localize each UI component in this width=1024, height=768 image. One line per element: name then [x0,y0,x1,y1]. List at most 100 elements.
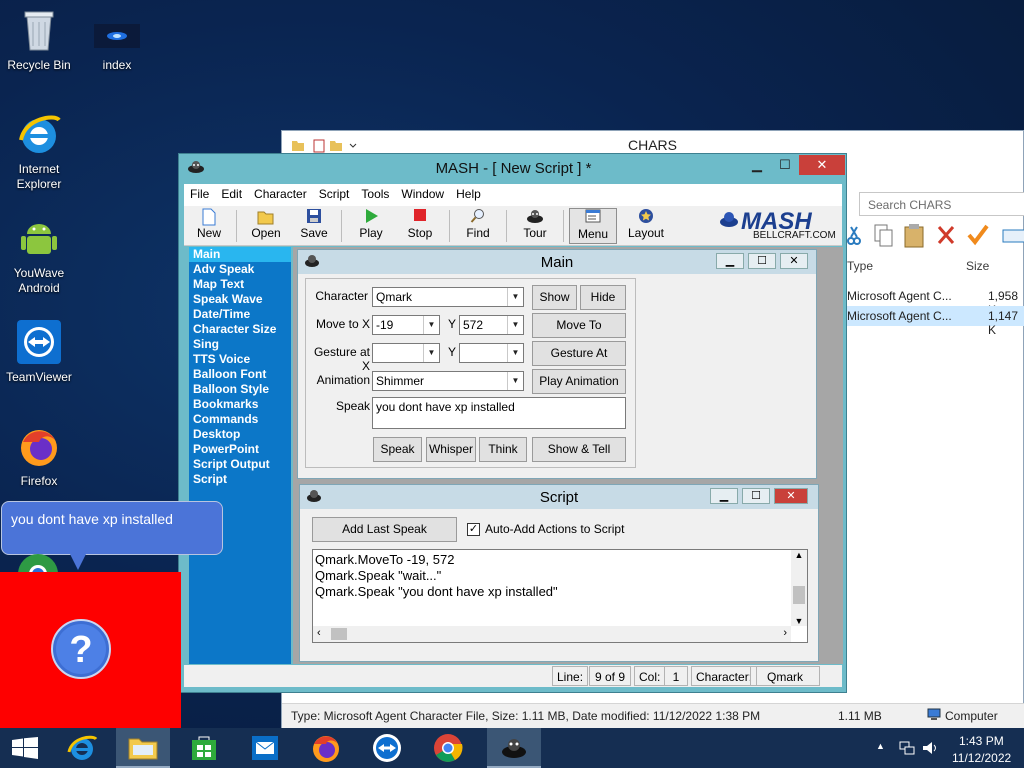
horizontal-scroll-thumb[interactable] [331,628,347,640]
whisper-button[interactable]: Whisper [426,437,476,462]
clock-date[interactable]: 11/12/2022 [952,751,1011,765]
auto-add-checkbox[interactable]: ✓ [467,523,480,536]
taskbar-file-explorer[interactable] [116,728,170,768]
network-icon[interactable] [899,740,915,756]
script-editor[interactable]: Qmark.MoveTo -19, 572 Qmark.Speak "wait.… [312,549,808,643]
sidebar-item-character-size[interactable]: Character Size [189,322,291,337]
volume-icon[interactable] [922,740,938,756]
close-button[interactable]: ✕ [799,155,845,175]
taskbar-firefox[interactable] [299,728,353,768]
menu-window-icon [570,209,616,227]
scroll-right-icon[interactable]: › [783,627,787,639]
clock-time[interactable]: 1:43 PM [959,734,1004,748]
minimize-button[interactable]: ▁ [743,155,771,175]
hide-button[interactable]: Hide [580,285,626,310]
script-close-button[interactable]: ✕ [774,488,808,504]
main-close-button[interactable]: ✕ [780,253,808,269]
desktop-icon-index[interactable]: index [79,6,155,73]
show-hidden-icons-chevron-up-icon[interactable]: ▲ [876,741,885,751]
sidebar-item-adv-speak[interactable]: Adv Speak [189,262,291,277]
menu-button[interactable]: Menu [569,208,617,244]
character-select[interactable]: Qmark ▼ [372,287,524,307]
find-button[interactable]: Find [454,208,502,244]
scroll-down-icon[interactable]: ▼ [791,616,807,626]
show-button[interactable]: Show [532,285,577,310]
scroll-up-icon[interactable]: ▲ [791,550,807,560]
toolbar: New Open Save Play Stop Find Tour Menu L… [184,206,842,246]
menu-help[interactable]: Help [450,184,487,204]
chrome-desktop-icon-partial[interactable] [14,546,62,572]
taskbar-teamviewer[interactable] [360,728,414,768]
main-minimize-button[interactable]: ▁ [716,253,744,269]
layout-button[interactable]: Layout [622,208,670,244]
desktop-icon-youwave-android[interactable]: YouWave Android [1,214,77,296]
sidebar-item-bookmarks[interactable]: Bookmarks [189,397,291,412]
move-to-button[interactable]: Move To [532,313,626,338]
play-animation-button[interactable]: Play Animation [532,369,626,394]
sidebar-item-date-time[interactable]: Date/Time [189,307,291,322]
script-minimize-button[interactable]: ▁ [710,488,738,504]
sidebar-item-script[interactable]: Script [189,472,291,487]
sidebar-item-balloon-font[interactable]: Balloon Font [189,367,291,382]
desktop-icon-firefox[interactable]: Firefox [1,422,77,489]
sidebar-item-sing[interactable]: Sing [189,337,291,352]
sidebar-item-map-text[interactable]: Map Text [189,277,291,292]
speak-text-input[interactable]: you dont have xp installed [372,397,626,429]
script-line: Qmark.Speak "you dont have xp installed" [315,584,558,599]
start-button[interactable] [0,728,54,768]
speak-button[interactable]: Speak [373,437,422,462]
show-and-tell-button[interactable]: Show & Tell [532,437,626,462]
save-button[interactable]: Save [290,208,338,244]
scroll-left-icon[interactable]: ‹ [317,627,321,639]
taskbar-internet-explorer[interactable] [55,728,109,768]
add-last-speak-button[interactable]: Add Last Speak [312,517,457,542]
sidebar-item-desktop[interactable]: Desktop [189,427,291,442]
recycle-bin-icon [15,6,63,54]
new-button[interactable]: New [185,208,233,244]
sidebar-item-speak-wave[interactable]: Speak Wave [189,292,291,307]
move-to-x-select[interactable]: -19 ▼ [372,315,440,335]
gesture-x-select[interactable]: ▼ [372,343,440,363]
menu-character[interactable]: Character [248,184,313,204]
sidebar-item-commands[interactable]: Commands [189,412,291,427]
maximize-button[interactable]: ☐ [771,155,799,175]
horizontal-scrollbar[interactable]: ‹ › [313,626,791,642]
play-button[interactable]: Play [347,208,395,244]
gesture-at-button[interactable]: Gesture At [532,341,626,366]
file-row-selected[interactable]: Microsoft Agent C... 1,147 K [847,306,1024,337]
think-button[interactable]: Think [479,437,527,462]
search-input[interactable]: Search CHARS [859,192,1024,216]
open-button[interactable]: Open [242,208,290,244]
sidebar-item-balloon-style[interactable]: Balloon Style [189,382,291,397]
menu-tools[interactable]: Tools [355,184,395,204]
desktop-icon-recycle-bin[interactable]: Recycle Bin [1,6,77,73]
column-header-size[interactable]: Size [966,259,989,273]
move-to-y-select[interactable]: 572 ▼ [459,315,524,335]
sidebar-item-script-output[interactable]: Script Output [189,457,291,472]
menu-script[interactable]: Script [313,184,356,204]
tour-button[interactable]: Tour [511,208,559,244]
vertical-scrollbar[interactable]: ▲ ▼ [791,550,807,626]
agent-character-qmark[interactable]: ? [0,572,181,728]
sidebar-item-main[interactable]: Main [189,247,291,262]
taskbar-store[interactable] [177,728,231,768]
menu-window[interactable]: Window [395,184,450,204]
main-maximize-button[interactable]: ☐ [748,253,776,269]
desktop-icon-teamviewer[interactable]: TeamViewer [1,318,77,385]
taskbar-chrome[interactable] [421,728,475,768]
animation-select[interactable]: Shimmer ▼ [372,371,524,391]
stop-button[interactable]: Stop [396,208,444,244]
gesture-y-select[interactable]: ▼ [459,343,524,363]
file-row[interactable]: Microsoft Agent C... 1,958 K [847,286,1024,317]
menu-edit[interactable]: Edit [215,184,248,204]
column-header-type[interactable]: Type [847,259,873,273]
sidebar-item-powerpoint[interactable]: PowerPoint [189,442,291,457]
script-maximize-button[interactable]: ☐ [742,488,770,504]
sidebar-item-tts-voice[interactable]: TTS Voice [189,352,291,367]
desktop-icon-internet-explorer[interactable]: Internet Explorer [1,110,77,192]
taskbar-mail[interactable] [238,728,292,768]
explorer-statusbar: Type: Microsoft Agent Character File, Si… [282,703,1024,729]
menu-file[interactable]: File [184,184,215,204]
taskbar-mash[interactable] [487,728,541,768]
vertical-scroll-thumb[interactable] [793,586,805,604]
